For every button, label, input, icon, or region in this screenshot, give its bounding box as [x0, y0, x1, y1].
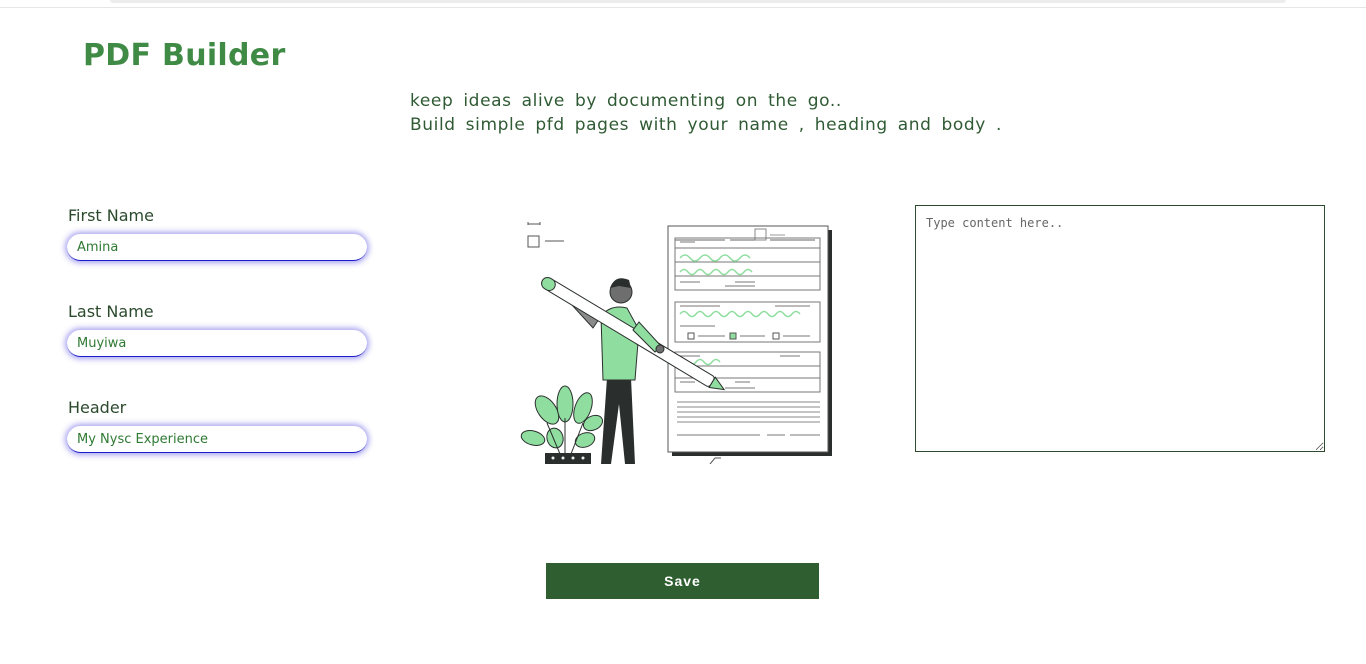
content-textarea[interactable]	[915, 205, 1325, 452]
save-button[interactable]: Save	[546, 563, 819, 599]
tagline-line-1: keep ideas alive by documenting on the g…	[410, 91, 842, 111]
first-name-input[interactable]	[67, 234, 367, 261]
first-name-label: First Name	[68, 206, 154, 225]
tagline-line-2: Build simple pfd pages with your name , …	[410, 115, 1002, 135]
last-name-label: Last Name	[68, 302, 154, 321]
top-divider	[0, 7, 1366, 8]
browser-scrollbar	[110, 0, 1286, 3]
page-title: PDF Builder	[83, 38, 286, 73]
header-label: Header	[68, 398, 127, 417]
last-name-input[interactable]	[67, 330, 367, 357]
person-writing-document-illustration	[520, 222, 832, 464]
header-input[interactable]	[67, 426, 367, 453]
tagline: keep ideas alive by documenting on the g…	[410, 89, 1002, 137]
